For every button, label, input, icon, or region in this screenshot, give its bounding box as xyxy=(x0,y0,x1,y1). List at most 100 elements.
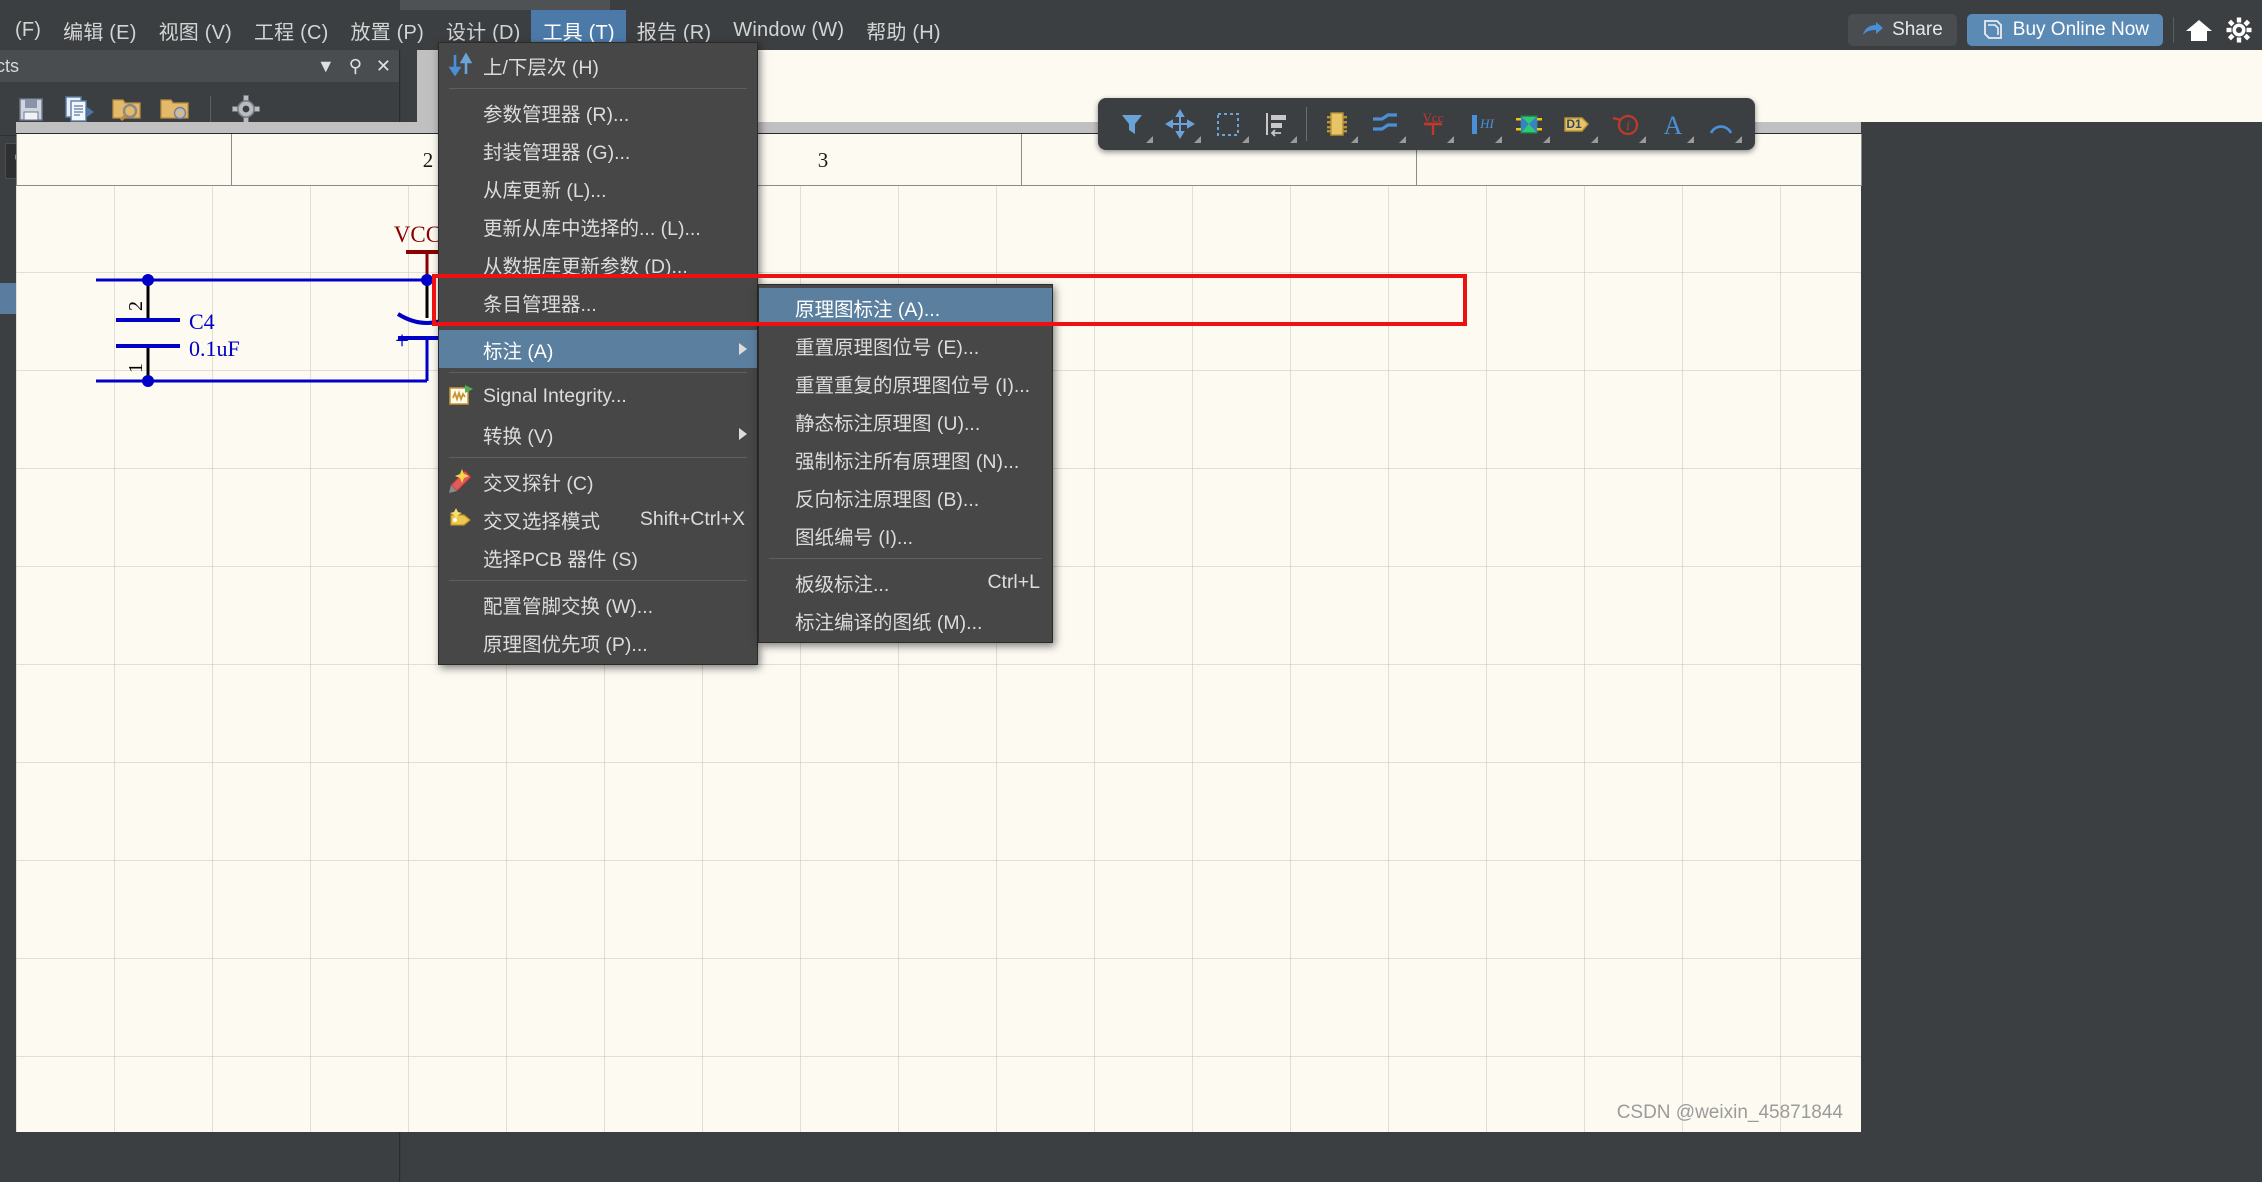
submenu-arrow-icon xyxy=(739,428,747,440)
menu-option-shortcut: Shift+Ctrl+X xyxy=(639,507,745,530)
menu-item-9[interactable]: 帮助 (H) xyxy=(855,10,952,50)
submenu-option-label: 板级标注... xyxy=(795,573,890,596)
menu-option[interactable]: 条目管理器... xyxy=(439,283,757,321)
open-project-button[interactable] xyxy=(110,92,144,126)
altium-logo-icon xyxy=(1983,20,2002,39)
svg-text:HI: HI xyxy=(1479,116,1494,131)
project-options-button[interactable] xyxy=(158,92,192,126)
menu-option[interactable]: 从库更新 (L)... xyxy=(439,169,757,207)
chevron-down-icon[interactable]: ▼ xyxy=(317,57,335,75)
menu-option[interactable]: Signal Integrity... xyxy=(439,377,757,415)
menu-item-2[interactable]: 视图 (V) xyxy=(148,10,243,50)
menu-item-1[interactable]: 编辑 (E) xyxy=(52,10,147,50)
menu-option-label: 封装管理器 (G)... xyxy=(483,141,631,164)
tools-dropdown-menu: 上/下层次 (H) 参数管理器 (R)... 封装管理器 (G)... 从库更新 (L… xyxy=(438,42,758,665)
menu-separator xyxy=(449,372,747,373)
schematic-floating-toolbar: Vcc HI D1 i A xyxy=(1098,98,1755,150)
place-power-port-icon[interactable]: Vcc xyxy=(1409,103,1457,145)
menu-option-label: 原理图优先项 (P)... xyxy=(483,633,648,656)
menu-item-4[interactable]: 放置 (P) xyxy=(340,10,435,50)
submenu-option-label: 静态标注原理图 (U)... xyxy=(795,412,981,435)
menu-option[interactable]: 上/下层次 (H) xyxy=(439,46,757,84)
menu-option[interactable]: 标注 (A) xyxy=(439,330,757,368)
menu-option-label: 更新从库中选择的... (L)... xyxy=(483,217,701,240)
compile-project-button[interactable] xyxy=(62,92,96,126)
column-divider xyxy=(16,134,17,186)
submenu-option[interactable]: 重置原理图位号 (E)... xyxy=(759,326,1052,364)
menu-separator xyxy=(449,457,747,458)
svg-text:i: i xyxy=(1626,119,1630,134)
column-divider xyxy=(1861,134,1862,186)
menu-option-label: 选择PCB 器件 (S) xyxy=(483,548,638,571)
menu-option[interactable]: 选择PCB 器件 (S) xyxy=(439,538,757,576)
menu-item-0[interactable]: (F) xyxy=(4,10,52,50)
filter-icon[interactable] xyxy=(1108,103,1156,145)
place-text-icon[interactable]: A xyxy=(1649,103,1697,145)
submenu-option-shortcut: Ctrl+L xyxy=(987,570,1040,593)
menu-option[interactable]: 转换 (V) xyxy=(439,415,757,453)
pin-icon[interactable]: ⚲ xyxy=(349,57,362,75)
menu-item-3[interactable]: 工程 (C) xyxy=(243,10,340,50)
menu-option-label: 从库更新 (L)... xyxy=(483,179,607,202)
submenu-option[interactable]: 反向标注原理图 (B)... xyxy=(759,478,1052,516)
submenu-option[interactable]: 图纸编号 (I)... xyxy=(759,516,1052,554)
value-c4: 0.1uF xyxy=(189,336,240,361)
place-part-icon[interactable] xyxy=(1313,103,1361,145)
area-select-icon[interactable] xyxy=(1204,103,1252,145)
menu-option-label: 标注 (A) xyxy=(483,340,554,363)
menu-option[interactable]: 原理图优先项 (P)... xyxy=(439,623,757,661)
home-button[interactable] xyxy=(2184,15,2214,45)
divider xyxy=(210,95,211,122)
submenu-option-label: 重置原理图位号 (E)... xyxy=(795,336,980,359)
compile-documents-icon xyxy=(65,95,94,122)
place-net-label-icon[interactable]: D1 xyxy=(1553,103,1601,145)
panel-settings-button[interactable] xyxy=(229,92,263,126)
place-sheet-symbol-icon[interactable] xyxy=(1505,103,1553,145)
tab-chip[interactable] xyxy=(400,0,610,10)
menu-separator xyxy=(449,580,747,581)
menu-option[interactable]: 配置管脚交换 (W)... xyxy=(439,585,757,623)
menu-option[interactable]: 从数据库更新参数 (D)... xyxy=(439,245,757,283)
designator-c4: C4 xyxy=(189,309,215,334)
submenu-option[interactable]: 原理图标注 (A)... xyxy=(759,288,1052,326)
tab-strip-sliver xyxy=(0,0,2262,10)
altium-designer-window: (F) 编辑 (E) 视图 (V) 工程 (C) 放置 (P) 设计 (D) 工具 (T) 报… xyxy=(0,0,2262,1182)
polarity-plus-c1: + xyxy=(395,328,409,355)
menu-option[interactable]: 参数管理器 (R)... xyxy=(439,93,757,131)
signal-integrity-icon xyxy=(447,382,475,410)
settings-button[interactable] xyxy=(2224,15,2254,45)
submenu-option[interactable]: 板级标注... Ctrl+L xyxy=(759,563,1052,601)
menu-option[interactable]: 交叉探针 (C) xyxy=(439,462,757,500)
move-icon[interactable] xyxy=(1156,103,1204,145)
submenu-option-label: 标注编译的图纸 (M)... xyxy=(795,611,983,634)
submenu-option[interactable]: 标注编译的图纸 (M)... xyxy=(759,601,1052,639)
gear-icon xyxy=(2226,17,2252,43)
place-bus-icon[interactable] xyxy=(1361,103,1409,145)
place-directive-icon[interactable]: i xyxy=(1601,103,1649,145)
submenu-arrow-icon xyxy=(739,343,747,355)
updown-arrows-icon xyxy=(447,51,475,79)
menu-option[interactable]: 更新从库中选择的... (L)... xyxy=(439,207,757,245)
place-arc-icon[interactable] xyxy=(1697,103,1745,145)
submenu-option[interactable]: 静态标注原理图 (U)... xyxy=(759,402,1052,440)
watermark-text: CSDN @weixin_45871844 xyxy=(1616,1102,1843,1123)
submenu-option-label: 强制标注所有原理图 (N)... xyxy=(795,450,1020,473)
menu-option[interactable]: 交叉选择模式 Shift+Ctrl+X xyxy=(439,500,757,538)
menu-option-label: 交叉探针 (C) xyxy=(483,472,594,495)
menu-option[interactable]: 封装管理器 (G)... xyxy=(439,131,757,169)
submenu-option[interactable]: 重置重复的原理图位号 (I)... xyxy=(759,364,1052,402)
buy-online-label: Buy Online Now xyxy=(2012,19,2149,40)
submenu-option[interactable]: 强制标注所有原理图 (N)... xyxy=(759,440,1052,478)
column-divider xyxy=(231,134,232,186)
cross-select-icon xyxy=(447,505,475,533)
close-icon[interactable]: ✕ xyxy=(376,57,391,75)
menu-bar-right-actions: Share Buy Online Now xyxy=(1848,10,2254,50)
place-port-icon[interactable]: HI xyxy=(1457,103,1505,145)
share-button[interactable]: Share xyxy=(1848,14,1957,46)
buy-online-now-button[interactable]: Buy Online Now xyxy=(1966,14,2163,46)
share-arrow-icon xyxy=(1863,22,1884,35)
save-project-button[interactable] xyxy=(14,92,48,126)
align-icon[interactable] xyxy=(1252,103,1300,145)
menu-option-label: 条目管理器... xyxy=(483,293,597,316)
pin-number-1: 1 xyxy=(125,363,147,373)
